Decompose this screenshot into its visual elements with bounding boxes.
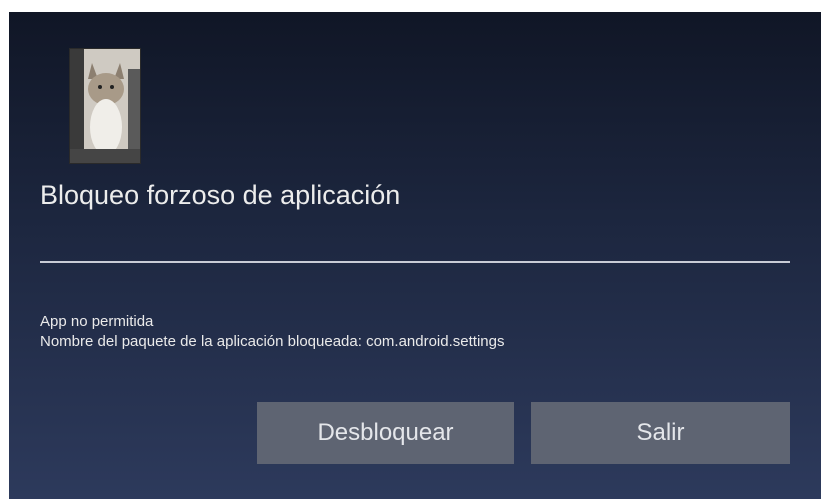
app-lock-dialog: Bloqueo forzoso de aplicación App no per… xyxy=(9,12,821,499)
dialog-title: Bloqueo forzoso de aplicación xyxy=(40,180,401,210)
message-line-package: Nombre del paquete de la aplicación bloq… xyxy=(40,333,505,350)
unlock-button[interactable]: Desbloquear xyxy=(257,402,514,464)
dialog-message: App no permitida Nombre del paquete de l… xyxy=(40,312,504,352)
exit-button[interactable]: Salir xyxy=(531,402,790,464)
title-divider xyxy=(40,261,790,263)
message-line-reason: App no permitida xyxy=(40,313,154,330)
cat-photo-icon xyxy=(69,48,141,164)
